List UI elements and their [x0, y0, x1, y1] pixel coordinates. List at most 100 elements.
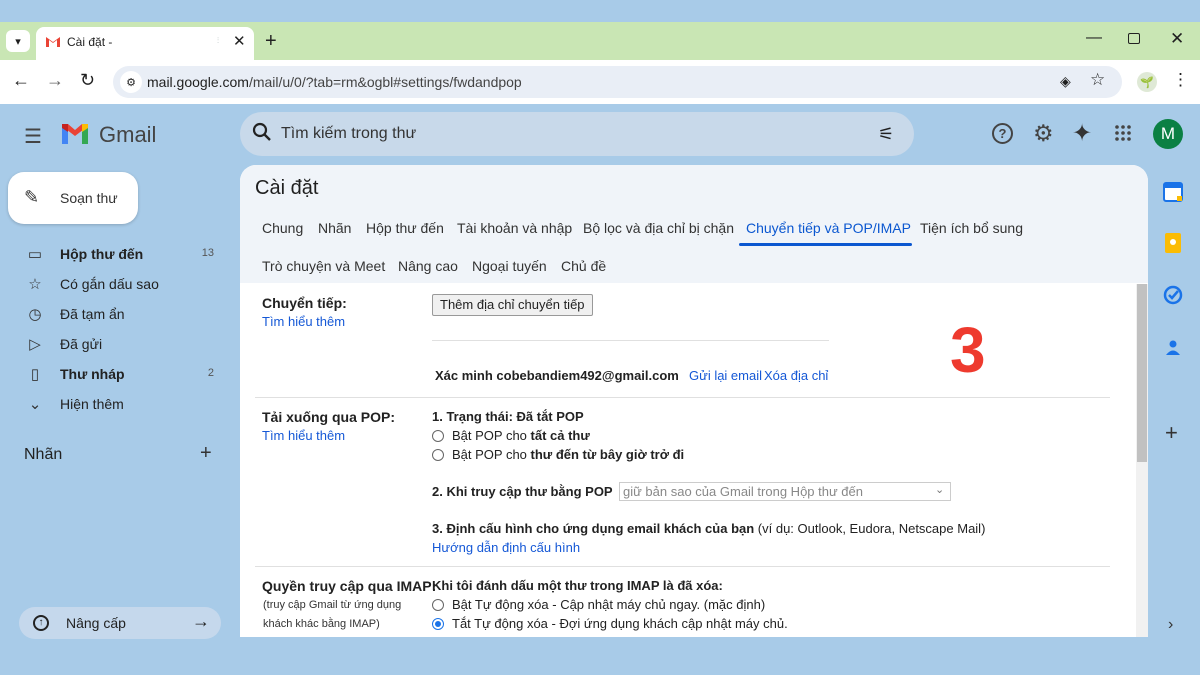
config-instructions-link[interactable]: Hướng dẫn định cấu hình — [432, 540, 580, 555]
imap-autoexpunge-off-option[interactable]: Tắt Tự động xóa - Đợi ứng dụng khách cập… — [452, 616, 788, 631]
forward-button[interactable]: → — [46, 70, 64, 91]
add-label-button[interactable]: + — [200, 442, 212, 465]
tab-advanced[interactable]: Nâng cao — [398, 258, 458, 274]
resend-email-link[interactable]: Gửi lại email — [689, 368, 762, 383]
gmail-wordmark[interactable]: Gmail — [99, 122, 156, 148]
pop-status: 1. Trạng thái: Đã tắt POP — [432, 409, 584, 424]
divider — [255, 397, 1110, 398]
sidebar-item-sent[interactable]: ▷ Đã gửi — [0, 329, 230, 359]
imap-sublabel-1: (truy cập Gmail từ ứng dụng — [263, 599, 402, 611]
reload-button[interactable]: ↻ — [80, 70, 95, 91]
pop-now-radio[interactable] — [432, 449, 444, 461]
search-input[interactable]: Tìm kiếm trong thư — [281, 125, 416, 143]
imap-sublabel-2: khách khác bằng IMAP) — [263, 618, 380, 630]
apps-grid-icon[interactable] — [1114, 124, 1132, 142]
main-menu-icon[interactable]: ☰ — [24, 124, 42, 149]
pop-access-select[interactable]: giữ bản sao của Gmail trong Hộp thư đến — [619, 482, 951, 501]
settings-gear-icon[interactable]: ⚙ — [1033, 120, 1054, 147]
tab-themes[interactable]: Chủ đề — [561, 258, 606, 274]
search-options-icon[interactable]: ⚟ — [878, 124, 894, 145]
imap-autoexpunge-on-option[interactable]: Bật Tự động xóa - Cập nhật máy chủ ngay.… — [452, 597, 765, 612]
url-text[interactable]: mail.google.com/mail/u/0/?tab=rm&ogbl#se… — [147, 74, 522, 90]
sidebar-item-drafts[interactable]: ▯ Thư nháp 2 — [0, 359, 230, 389]
tab-close-icon[interactable]: ✕ — [233, 32, 246, 50]
tab-accounts[interactable]: Tài khoản và nhập — [457, 220, 572, 236]
sidebar-item-label: Có gắn dấu sao — [60, 276, 159, 292]
contacts-icon[interactable] — [1162, 336, 1184, 358]
calendar-icon[interactable] — [1162, 181, 1184, 203]
sidebar-item-label: Thư nháp — [60, 366, 125, 382]
sidebar-item-count: 2 — [207, 367, 214, 379]
search-icon[interactable] — [252, 122, 272, 142]
sidebar-item-snoozed[interactable]: ◷ Đã tạm ẩn — [0, 299, 230, 329]
sidebar-item-label: Hiện thêm — [60, 396, 124, 412]
help-icon[interactable]: ? — [992, 123, 1013, 144]
tab-search-menu-icon[interactable]: ▾ — [6, 30, 30, 52]
keep-icon[interactable] — [1162, 232, 1184, 254]
tab-offline[interactable]: Ngoại tuyến — [472, 258, 547, 274]
imap-autoexpunge-off-radio[interactable] — [432, 618, 444, 630]
pop-access-label: 2. Khi truy cập thư bằng POP — [432, 484, 613, 499]
tab-chat-meet[interactable]: Trò chuyện và Meet — [262, 258, 385, 274]
get-addons-button[interactable]: + — [1165, 420, 1178, 446]
pop-learn-more-link[interactable]: Tìm hiểu thêm — [262, 428, 345, 443]
new-tab-button[interactable]: + — [265, 30, 277, 53]
divider — [255, 566, 1110, 567]
avatar[interactable]: M — [1153, 119, 1183, 149]
back-button[interactable]: ← — [12, 70, 30, 91]
remove-address-link[interactable]: Xóa địa chỉ — [764, 368, 828, 383]
browser-menu-icon[interactable]: ⋮ — [1172, 70, 1189, 90]
arrow-right-icon: → — [192, 611, 210, 631]
restore-button[interactable] — [1128, 33, 1140, 44]
tab-inbox[interactable]: Hộp thư đến — [366, 220, 444, 236]
upgrade-label: Nâng cấp — [66, 615, 126, 631]
upgrade-icon: ↑ — [33, 615, 49, 631]
pop-all-option[interactable]: Bật POP cho tất cả thư — [452, 428, 590, 443]
pop-all-radio[interactable] — [432, 430, 444, 442]
sidebar-item-inbox[interactable]: ▭ Hộp thư đến 13 — [0, 239, 230, 269]
labels-heading: Nhãn — [24, 446, 63, 463]
draft-icon: ▯ — [30, 366, 40, 383]
tab-addons[interactable]: Tiện ích bổ sung — [920, 220, 1023, 236]
pop-label: Tải xuống qua POP: — [262, 409, 396, 425]
inbox-icon: ▭ — [27, 246, 43, 263]
sidebar-item-label: Hộp thư đến — [60, 246, 144, 262]
bookmark-star-icon[interactable]: ☆ — [1090, 70, 1105, 90]
tab-labels[interactable]: Nhãn — [318, 220, 351, 236]
chevron-right-icon[interactable]: › — [1168, 616, 1173, 634]
clock-icon: ◷ — [28, 306, 42, 323]
pop-now-option[interactable]: Bật POP cho thư đến từ bây giờ trở đi — [452, 447, 684, 462]
tasks-icon[interactable] — [1162, 284, 1184, 306]
active-tab-indicator — [739, 243, 912, 246]
scrollbar-thumb[interactable] — [1137, 284, 1147, 462]
forwarding-learn-more-link[interactable]: Tìm hiểu thêm — [262, 314, 345, 329]
imap-autoexpunge-on-radio[interactable] — [432, 599, 444, 611]
verify-address-text: Xác minh cobebandiem492@gmail.com — [435, 368, 679, 383]
tab-filters[interactable]: Bộ lọc và địa chỉ bị chặn — [583, 220, 734, 236]
sidebar-item-more[interactable]: ⌄ Hiện thêm — [0, 389, 230, 419]
close-window-button[interactable]: ✕ — [1170, 29, 1184, 49]
gmail-logo-icon[interactable] — [60, 122, 90, 146]
gmail-favicon-icon — [46, 37, 60, 47]
tab-title: Cài đặt - — [67, 35, 113, 49]
imap-delete-heading: Khi tôi đánh dấu một thư trong IMAP là đ… — [432, 578, 723, 593]
chevron-down-icon: ⌄ — [935, 484, 945, 496]
gemini-sparkle-icon[interactable]: ✦ — [1072, 119, 1092, 148]
tab-forwarding-pop-imap[interactable]: Chuyển tiếp và POP/IMAP — [746, 220, 911, 236]
sidebar-item-starred[interactable]: ☆ Có gắn dấu sao — [0, 269, 230, 299]
star-icon: ☆ — [28, 276, 42, 293]
send-icon: ▷ — [29, 336, 41, 353]
extension-icon[interactable]: 🌱 — [1137, 72, 1157, 92]
sidebar-item-count: 13 — [201, 247, 214, 259]
sidebar-item-label: Đã gửi — [60, 336, 103, 352]
add-forwarding-address-button[interactable]: Thêm địa chỉ chuyển tiếp — [432, 294, 593, 316]
imap-label: Quyền truy cập qua IMAP: — [262, 578, 437, 594]
site-info-icon[interactable]: ⚙ — [120, 71, 142, 93]
tab-general[interactable]: Chung — [262, 220, 303, 236]
forwarding-label: Chuyển tiếp: — [262, 295, 347, 311]
minimize-button[interactable]: — — [1086, 29, 1102, 47]
lens-icon[interactable]: ◈ — [1060, 73, 1071, 90]
compose-label: Soạn thư — [60, 190, 118, 206]
page-title: Cài đặt — [255, 177, 319, 199]
tab-audio-icon: ⫶ — [217, 36, 219, 45]
